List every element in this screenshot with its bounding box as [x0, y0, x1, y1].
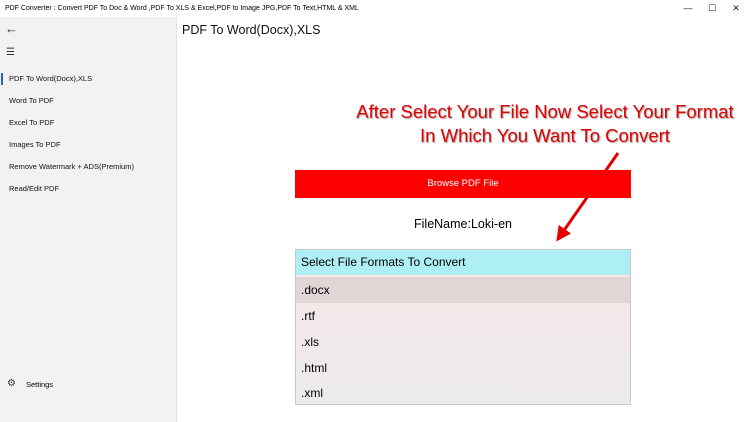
- format-option-rtf[interactable]: .rtf: [296, 303, 630, 329]
- filename-label: FileName:Loki-en: [414, 217, 512, 231]
- format-option-docx[interactable]: .docx: [296, 277, 630, 303]
- browse-pdf-button[interactable]: Browse PDF File: [295, 170, 631, 198]
- format-option-xls[interactable]: .xls: [296, 329, 630, 355]
- format-list: Select File Formats To Convert .docx .rt…: [295, 249, 631, 405]
- format-option-xml[interactable]: .xml: [296, 380, 630, 406]
- format-list-header: Select File Formats To Convert: [296, 250, 630, 275]
- format-option-html[interactable]: .html: [296, 355, 630, 381]
